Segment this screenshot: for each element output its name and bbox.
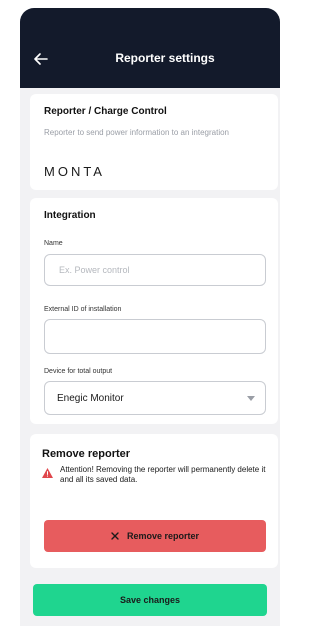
close-icon [111,532,119,540]
name-field-box [44,254,266,286]
remove-button-label: Remove reporter [126,531,200,541]
save-changes-button[interactable]: Save changes [33,584,267,616]
integration-title: Integration [44,210,96,221]
page-title: Reporter settings [115,51,215,65]
device-select-value: Enegic Monitor [57,392,124,404]
phone-screen: Reporter settings Reporter / Charge Cont… [20,8,280,626]
reporter-title: Reporter / Charge Control [44,106,167,117]
device-select[interactable]: Enegic Monitor [44,381,266,415]
reporter-description: Reporter to send power information to an… [44,128,229,137]
remove-title: Remove reporter [42,448,131,460]
chevron-down-icon [247,395,255,401]
name-field[interactable] [57,264,265,276]
monta-logo: MONTA [44,164,105,179]
external-id-label: External ID of installation [44,306,122,313]
reporter-card: Reporter / Charge Control Reporter to se… [30,94,278,190]
integration-card: Integration Name External ID of installa… [30,198,278,424]
remove-reporter-button[interactable]: Remove reporter [44,520,266,552]
back-button[interactable] [28,48,54,70]
warning-triangle-icon [42,468,53,478]
remove-reporter-card: Remove reporter Attention! Removing the … [30,434,278,568]
app-header: Reporter settings [20,8,280,88]
device-label: Device for total output [44,368,113,375]
arrow-left-icon [34,53,48,65]
external-id-field[interactable] [57,330,265,343]
remove-warning-text: Attention! Removing the reporter will pe… [60,465,266,484]
external-id-field-box [44,319,266,354]
name-label: Name [44,240,63,247]
